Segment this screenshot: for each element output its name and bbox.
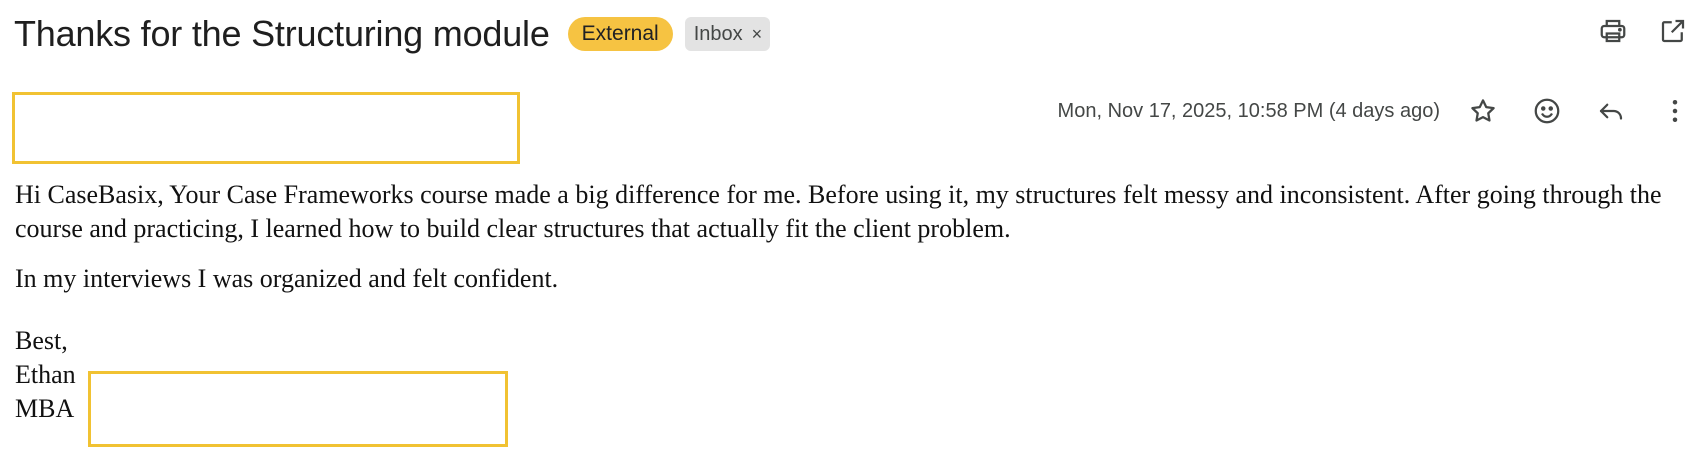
remove-label-icon[interactable]: × <box>752 21 763 47</box>
inbox-label[interactable]: Inbox × <box>684 17 771 51</box>
emoji-reaction-icon <box>1534 98 1560 124</box>
reply-icon <box>1599 103 1623 120</box>
sender-redaction-box <box>12 92 520 164</box>
more-options-icon <box>1672 100 1678 122</box>
external-label: External <box>567 17 673 51</box>
print-icon <box>1600 19 1626 43</box>
body-paragraph-1: Hi CaseBasix, Your Case Frameworks cours… <box>15 180 1662 243</box>
body-paragraph-2: In my interviews I was organized and fel… <box>15 264 559 293</box>
signature-closing: Best, <box>15 326 68 355</box>
reply-button[interactable] <box>1594 94 1628 128</box>
star-button[interactable] <box>1466 94 1500 128</box>
message-date: Mon, Nov 17, 2025, 10:58 PM (4 days ago) <box>1057 99 1440 122</box>
print-button[interactable] <box>1596 14 1630 48</box>
add-reaction-button[interactable] <box>1530 94 1564 128</box>
inbox-label-text: Inbox <box>693 23 743 45</box>
header-actions <box>1596 14 1690 48</box>
email-subject: Thanks for the Structuring module <box>14 13 550 54</box>
signature-redaction-box <box>88 371 508 447</box>
message-meta: Mon, Nov 17, 2025, 10:58 PM (4 days ago) <box>1058 92 1692 130</box>
more-options-button[interactable] <box>1658 94 1692 128</box>
open-in-new-window-button[interactable] <box>1656 14 1690 48</box>
star-icon <box>1471 99 1495 122</box>
email-header: Thanks for the Structuring module Extern… <box>14 6 771 62</box>
message-actions <box>1466 94 1692 128</box>
open-in-new-window-icon <box>1661 19 1685 43</box>
